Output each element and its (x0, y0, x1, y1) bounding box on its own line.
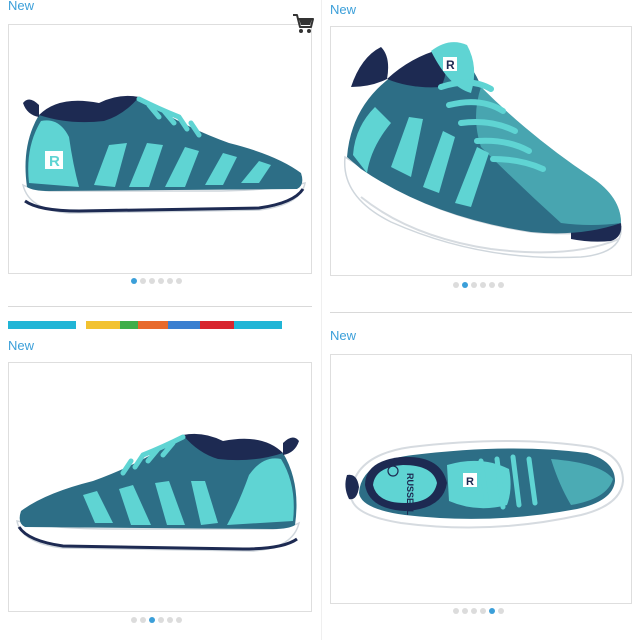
carousel-dot[interactable] (131, 617, 137, 623)
color-strip (8, 321, 312, 329)
shoe-image-top-down: RUSSELL R (345, 440, 625, 529)
color-swatch (8, 321, 68, 329)
svg-text:R: R (466, 476, 474, 488)
color-swatch (120, 321, 138, 329)
carousel-dot[interactable] (498, 282, 504, 288)
color-swatch (76, 321, 86, 329)
carousel-dot[interactable] (140, 278, 146, 284)
carousel-dot[interactable] (471, 608, 477, 614)
color-swatch (234, 321, 282, 329)
color-swatch (68, 321, 76, 329)
carousel-dot[interactable] (489, 282, 495, 288)
carousel-dot[interactable] (176, 278, 182, 284)
carousel-dot[interactable] (131, 278, 137, 284)
row-divider (330, 312, 632, 313)
carousel-dot[interactable] (158, 617, 164, 623)
carousel-dot[interactable] (462, 608, 468, 614)
new-badge: New (330, 2, 357, 17)
shoe-image-side-left (16, 433, 301, 552)
shoe-image-three-quarter: R (343, 42, 622, 259)
product-image-frame[interactable]: R (8, 24, 312, 274)
carousel-dots[interactable] (131, 278, 182, 284)
new-badge: New (8, 338, 35, 353)
carousel-dot[interactable] (480, 608, 486, 614)
carousel-dots[interactable] (131, 617, 182, 623)
color-swatch (168, 321, 200, 329)
carousel-dot[interactable] (167, 617, 173, 623)
carousel-dot[interactable] (140, 617, 146, 623)
row-divider (8, 306, 312, 307)
color-swatch (138, 321, 168, 329)
product-tile-1[interactable]: New R (0, 0, 320, 307)
carousel-dot[interactable] (462, 282, 468, 288)
svg-text:RUSSELL: RUSSELL (405, 473, 415, 516)
carousel-dot[interactable] (480, 282, 486, 288)
svg-text:R: R (446, 58, 455, 72)
product-tile-3[interactable]: New (0, 334, 320, 640)
carousel-dot[interactable] (498, 608, 504, 614)
product-image-frame[interactable]: RUSSELL R (330, 354, 632, 604)
new-badge: New (8, 0, 35, 13)
carousel-dot[interactable] (176, 617, 182, 623)
svg-text:R: R (49, 153, 60, 170)
carousel-dot[interactable] (167, 278, 173, 284)
carousel-dot[interactable] (158, 278, 164, 284)
carousel-dot[interactable] (149, 617, 155, 623)
color-swatch (200, 321, 234, 329)
carousel-dot[interactable] (489, 608, 495, 614)
carousel-dot[interactable] (453, 608, 459, 614)
carousel-dot[interactable] (149, 278, 155, 284)
shopping-cart-icon[interactable] (290, 10, 316, 36)
carousel-dots[interactable] (453, 282, 504, 288)
color-swatch (86, 321, 120, 329)
carousel-dot[interactable] (471, 282, 477, 288)
shoe-image-side-right: R (21, 95, 306, 214)
product-image-frame[interactable]: R (330, 26, 632, 276)
product-tile-2[interactable]: New R (322, 0, 640, 313)
carousel-dot[interactable] (453, 282, 459, 288)
product-tile-4[interactable]: New RUSSELL R (322, 322, 640, 640)
carousel-dots[interactable] (453, 608, 504, 614)
new-badge: New (330, 328, 357, 343)
product-image-frame[interactable] (8, 362, 312, 612)
